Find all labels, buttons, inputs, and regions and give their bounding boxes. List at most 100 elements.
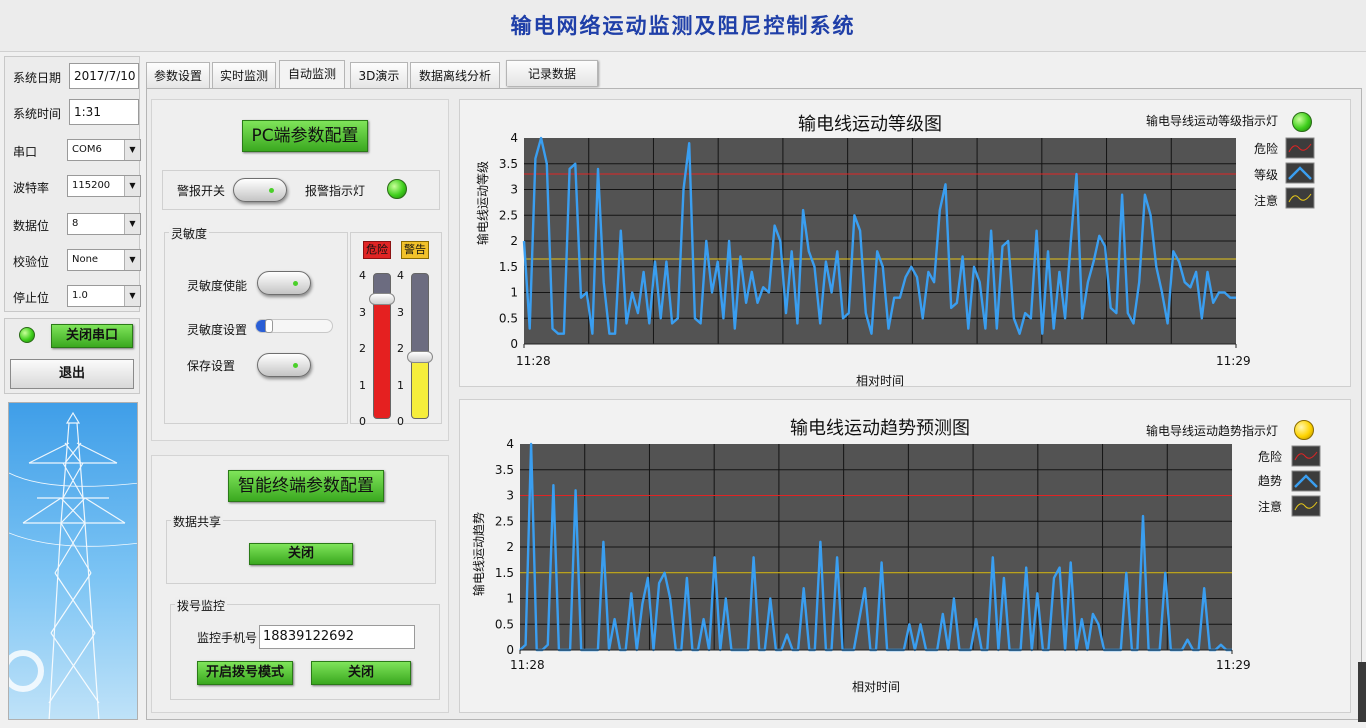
legend-danger-label: 危险 bbox=[1254, 142, 1279, 156]
dial-monitor-group: 拨号监控 监控手机号 18839122692 开启拨号模式 关闭 bbox=[170, 597, 440, 700]
sens-enable-label: 灵敏度使能 bbox=[187, 279, 248, 293]
level-x-end: 11:29 bbox=[1216, 354, 1251, 368]
level-chart-panel: 输电线运动等级图 输电导线运动等级指示灯 0 0.5 1 1.5 2 2.5 3 3.5 4 危… bbox=[459, 99, 1351, 388]
meter-tick-label: 3 bbox=[397, 305, 404, 319]
date-field[interactable]: 2017/7/10 bbox=[69, 63, 139, 89]
port-row: 串口 COM6 ▼ bbox=[11, 137, 141, 163]
tab-realtime[interactable]: 实时监测 bbox=[212, 62, 276, 90]
save-settings-switch[interactable] bbox=[257, 353, 311, 377]
pc-config-section: PC端参数配置 警报开关 报警指示灯 灵敏度 灵敏度使能 灵敏度设置 保存设置 … bbox=[151, 99, 449, 441]
alarm-switch[interactable] bbox=[233, 178, 287, 202]
legend-caution-label: 注意 bbox=[1254, 194, 1279, 208]
share-close-button[interactable]: 关闭 bbox=[249, 543, 353, 565]
warning-tube bbox=[411, 273, 429, 419]
dial-monitor-title: 拨号监控 bbox=[175, 597, 228, 614]
meter-tick-label: 2 bbox=[397, 342, 404, 355]
chevron-down-icon[interactable]: ▼ bbox=[124, 250, 140, 270]
app-title: 输电网络运动监测及阻尼控制系统 bbox=[510, 13, 856, 38]
y-tick-label: 1.5 bbox=[495, 566, 514, 580]
alarm-light-label: 报警指示灯 bbox=[305, 184, 366, 198]
serial-settings-panel: 系统日期 2017/7/10 系统时间 1:31 串口 COM6 ▼ 波特率 11… bbox=[4, 56, 141, 312]
parity-value: None bbox=[72, 254, 99, 265]
sens-slider-thumb[interactable] bbox=[265, 319, 274, 333]
level-x-start: 11:28 bbox=[516, 354, 551, 368]
stopbits-value: 1.0 bbox=[72, 290, 88, 301]
save-settings-label: 保存设置 bbox=[187, 359, 236, 373]
terminal-config-section: 智能终端参数配置 数据共享 关闭 拨号监控 监控手机号 18839122692 … bbox=[151, 455, 449, 713]
chevron-down-icon[interactable]: ▼ bbox=[124, 140, 140, 160]
switch-led bbox=[293, 363, 298, 368]
phone-label: 监控手机号 bbox=[197, 631, 258, 645]
legend-series-swatch bbox=[1291, 470, 1321, 492]
chevron-down-icon[interactable]: ▼ bbox=[124, 176, 140, 196]
trend-x-end: 11:29 bbox=[1216, 658, 1251, 672]
trend-chart-panel: 输电线运动趋势预测图 输电导线运动趋势指示灯 0 0.5 1 1.5 2 2.5 3 3.5 4… bbox=[459, 399, 1351, 713]
tab-auto-monitor[interactable]: 自动监测 bbox=[279, 60, 345, 90]
switch-led bbox=[293, 281, 298, 286]
y-tick-label: 1 bbox=[510, 286, 518, 300]
y-tick-label: 3 bbox=[510, 183, 518, 197]
level-chart: 0 0.5 1 1.5 2 2.5 3 3.5 4 bbox=[499, 131, 1315, 351]
baud-label: 波特率 bbox=[13, 181, 50, 195]
warning-knob[interactable] bbox=[407, 350, 433, 363]
data-share-title: 数据共享 bbox=[171, 513, 224, 530]
time-field[interactable]: 1:31 bbox=[69, 99, 139, 125]
y-tick-label: 3 bbox=[506, 489, 514, 503]
dial-close-button[interactable]: 关闭 bbox=[311, 661, 411, 685]
y-tick-label: 0.5 bbox=[495, 617, 514, 631]
scrollbar-thumb[interactable] bbox=[1358, 662, 1366, 722]
time-label: 系统时间 bbox=[13, 107, 62, 121]
tab-3d-demo[interactable]: 3D演示 bbox=[350, 62, 408, 90]
danger-knob[interactable] bbox=[369, 292, 395, 305]
y-tick-label: 0 bbox=[510, 337, 518, 351]
chevron-down-icon[interactable]: ▼ bbox=[124, 286, 140, 306]
meter-tick-label: 3 bbox=[359, 305, 366, 319]
legend-danger-swatch bbox=[1285, 137, 1315, 159]
data-share-group: 数据共享 关闭 bbox=[166, 513, 436, 584]
parity-select[interactable]: None ▼ bbox=[67, 249, 141, 271]
chevron-down-icon[interactable]: ▼ bbox=[124, 214, 140, 234]
y-tick-label: 2 bbox=[510, 234, 518, 248]
dial-mode-button[interactable]: 开启拨号模式 bbox=[197, 661, 293, 685]
trend-xlabel: 相对时间 bbox=[852, 680, 901, 694]
level-xlabel: 相对时间 bbox=[856, 374, 905, 388]
pc-config-title[interactable]: PC端参数配置 bbox=[242, 120, 368, 152]
baud-row: 波特率 115200 ▼ bbox=[11, 173, 141, 199]
sens-setting-label: 灵敏度设置 bbox=[187, 323, 248, 337]
databits-row: 数据位 8 ▼ bbox=[11, 211, 141, 237]
stopbits-select[interactable]: 1.0 ▼ bbox=[67, 285, 141, 307]
alarm-indicator-led bbox=[387, 179, 407, 199]
date-row: 系统日期 2017/7/10 bbox=[11, 63, 139, 89]
transmission-tower-image bbox=[8, 402, 138, 720]
y-tick-label: 1.5 bbox=[499, 260, 518, 274]
sens-enable-switch[interactable] bbox=[257, 271, 311, 295]
baud-select[interactable]: 115200 ▼ bbox=[67, 175, 141, 197]
y-tick-label: 1 bbox=[506, 592, 514, 606]
tab-param-settings[interactable]: 参数设置 bbox=[146, 62, 210, 90]
alarm-switch-label: 警报开关 bbox=[177, 184, 226, 198]
title-bar: 输电网络运动监测及阻尼控制系统 bbox=[0, 0, 1366, 52]
parity-label: 校验位 bbox=[13, 255, 50, 269]
legend-level-label: 等级 bbox=[1254, 168, 1279, 182]
meter-tick-label: 4 bbox=[397, 269, 404, 282]
sens-slider[interactable] bbox=[255, 319, 333, 333]
parity-row: 校验位 None ▼ bbox=[11, 247, 141, 273]
sensitivity-group: 灵敏度 灵敏度使能 灵敏度设置 保存设置 bbox=[164, 225, 348, 424]
phone-input[interactable]: 18839122692 bbox=[259, 625, 415, 649]
meter-tick-label: 4 bbox=[359, 269, 366, 282]
legend-caution-swatch bbox=[1285, 187, 1315, 209]
tower-illustration bbox=[9, 411, 137, 719]
legend-danger-label: 危险 bbox=[1258, 450, 1283, 464]
databits-select[interactable]: 8 ▼ bbox=[67, 213, 141, 235]
exit-button[interactable]: 退出 bbox=[10, 359, 134, 389]
tab-offline-analysis[interactable]: 数据离线分析 bbox=[410, 62, 500, 90]
danger-fill bbox=[374, 299, 390, 418]
terminal-config-title[interactable]: 智能终端参数配置 bbox=[228, 470, 384, 502]
record-data-button[interactable]: 记录数据 bbox=[506, 60, 598, 86]
y-tick-label: 2 bbox=[506, 540, 514, 554]
alarm-group: 警报开关 报警指示灯 bbox=[162, 170, 440, 210]
y-tick-label: 0.5 bbox=[499, 311, 518, 325]
level-ylabel: 输电线运动等级 bbox=[476, 160, 490, 245]
port-select[interactable]: COM6 ▼ bbox=[67, 139, 141, 161]
close-port-button[interactable]: 关闭串口 bbox=[51, 324, 133, 348]
